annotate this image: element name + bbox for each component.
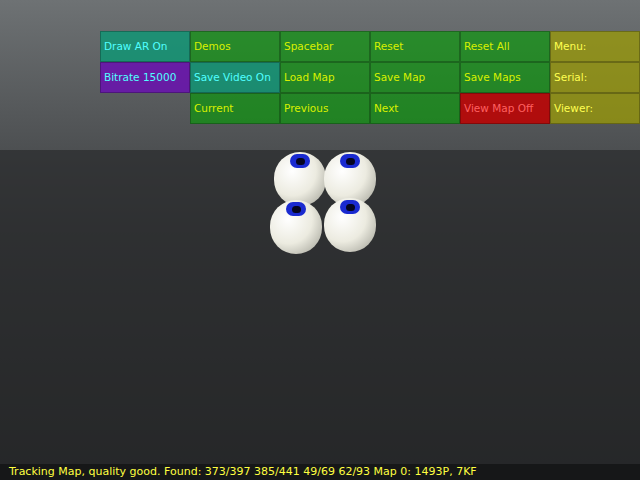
menu-label: Next <box>374 102 398 115</box>
menu-grid: Draw AR On Demos Spacebar Reset Reset All Men… <box>100 31 640 124</box>
menu-label: Spacebar <box>284 40 333 53</box>
menu-cell[interactable]: Save Video On <box>190 62 280 93</box>
menu-cell[interactable]: Reset All <box>460 31 550 62</box>
menu-cell[interactable]: View Map Off <box>460 93 550 124</box>
menu-cell: Serial: <box>550 62 640 93</box>
menu-label: Demos <box>194 40 231 53</box>
eyeball-icon <box>274 152 326 206</box>
menu-cell: Menu: <box>550 31 640 62</box>
menu-cell: Viewer: <box>550 93 640 124</box>
eyeball-icon <box>324 198 376 252</box>
menu-label: Save Maps <box>464 71 521 84</box>
menu-label: Load Map <box>284 71 335 84</box>
menu-label: Draw AR On <box>104 40 168 53</box>
menu-label: Serial: <box>554 71 587 84</box>
menu-label: Save Map <box>374 71 425 84</box>
menu-cell[interactable]: Save Maps <box>460 62 550 93</box>
menu-cell[interactable]: Spacebar <box>280 31 370 62</box>
menu-label: Menu: <box>554 40 586 53</box>
eyeball-icon <box>270 200 322 254</box>
menu-cell[interactable]: Current <box>190 93 280 124</box>
menu-cell[interactable]: Bitrate 15000 <box>100 62 190 93</box>
menu-label: Bitrate 15000 <box>104 71 176 84</box>
menu-label: Reset <box>374 40 403 53</box>
menu-label: Current <box>194 102 233 115</box>
menu-label: Viewer: <box>554 102 593 115</box>
menu-cell[interactable]: Save Map <box>370 62 460 93</box>
menu-cell[interactable]: Draw AR On <box>100 31 190 62</box>
menu-cell[interactable]: Next <box>370 93 460 124</box>
keyboard-photo <box>0 150 640 480</box>
menu-label: Reset All <box>464 40 510 53</box>
menu-cell[interactable]: Reset <box>370 31 460 62</box>
camera-view: Draw AR On Demos Spacebar Reset Reset All Men… <box>0 0 640 480</box>
menu-cell[interactable]: Demos <box>190 31 280 62</box>
menu-cell[interactable]: Load Map <box>280 62 370 93</box>
menu-label: Save Video On <box>194 71 271 84</box>
menu-spacer <box>100 93 190 124</box>
status-bar: Tracking Map, quality good. Found: 373/3… <box>0 464 640 480</box>
menu-cell[interactable]: Previous <box>280 93 370 124</box>
menu-label: View Map Off <box>464 102 533 115</box>
menu-label: Previous <box>284 102 328 115</box>
status-text: Tracking Map, quality good. Found: 373/3… <box>9 464 477 479</box>
